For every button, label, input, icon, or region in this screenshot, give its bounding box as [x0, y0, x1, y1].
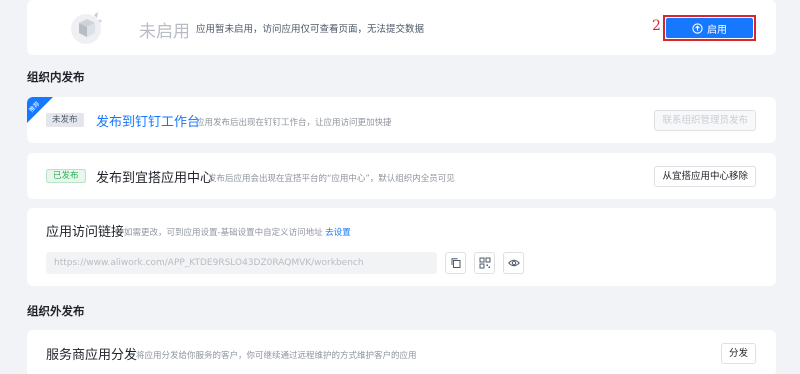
internal-publish-title: 组织内发布 — [27, 70, 85, 84]
access-link-title: 应用访问链接 — [46, 225, 125, 240]
status-text: 未启用 — [139, 22, 190, 42]
eye-icon — [507, 259, 520, 267]
contact-admin-button[interactable]: 联系组织管理员发布 — [654, 110, 756, 131]
access-link-description: 如需更改，可到应用设置-基础设置中自定义访问地址 去设置 — [124, 226, 351, 238]
url-field[interactable]: https://www.aliwork.com/APP_KTDE9RSLO43D… — [46, 252, 437, 274]
annotation-highlight-box: 启用 — [663, 15, 756, 41]
app-cube-icon — [67, 9, 105, 45]
status-badge: 未发布 — [46, 113, 84, 127]
enable-button-label: 启用 — [707, 24, 727, 36]
arrow-up-circle-icon — [692, 22, 703, 34]
publish-yida-description: 发布后应用会出现在宜搭平台的“应用中心”，默认组织内全员可见 — [208, 174, 455, 184]
service-provider-title: 服务商应用分发 — [46, 348, 138, 363]
remove-from-yida-button[interactable]: 从宜搭应用中心移除 — [654, 166, 756, 187]
copy-icon — [451, 258, 460, 268]
annotation-number: 2 — [652, 18, 661, 34]
service-provider-row: 服务商应用分发 将应用分发给你服务的客户，你可继续通过远程维护的方式维护客户的应… — [27, 330, 776, 374]
enable-button[interactable]: 启用 — [666, 18, 753, 38]
access-link-description-text: 如需更改，可到应用设置-基础设置中自定义访问地址 — [124, 228, 323, 238]
go-settings-link[interactable]: 去设置 — [325, 228, 351, 238]
status-description: 应用暂未启用，访问应用仅可查看页面，无法提交数据 — [196, 24, 425, 35]
publish-dingtalk-description: 应用发布后出现在钉钉工作台，让应用访问更加快捷 — [196, 118, 392, 128]
ribbon-label: 推荐 — [27, 100, 42, 114]
qrcode-button[interactable] — [474, 252, 495, 274]
distribute-button[interactable]: 分发 — [720, 343, 756, 364]
publish-dingtalk-title[interactable]: 发布到钉钉工作台 — [96, 111, 200, 130]
copy-button[interactable] — [445, 252, 466, 274]
publish-yida-row: 已发布 发布到宜搭应用中心 发布后应用会出现在宜搭平台的“应用中心”，默认组织内… — [27, 153, 776, 199]
publish-dingtalk-row: 推荐 未发布 发布到钉钉工作台 应用发布后出现在钉钉工作台，让应用访问更加快捷 … — [27, 97, 776, 143]
external-publish-title: 组织外发布 — [27, 304, 85, 318]
service-provider-description: 将应用分发给你服务的客户，你可继续通过远程维护的方式维护客户的应用 — [136, 351, 417, 361]
access-link-card: 应用访问链接 如需更改，可到应用设置-基础设置中自定义访问地址 去设置 http… — [27, 208, 776, 286]
qrcode-icon — [479, 257, 490, 269]
preview-button[interactable] — [503, 252, 524, 274]
app-status-card: 未启用 应用暂未启用，访问应用仅可查看页面，无法提交数据 2 启用 — [27, 0, 776, 55]
publish-yida-title: 发布到宜搭应用中心 — [96, 171, 214, 186]
status-badge: 已发布 — [46, 169, 86, 183]
